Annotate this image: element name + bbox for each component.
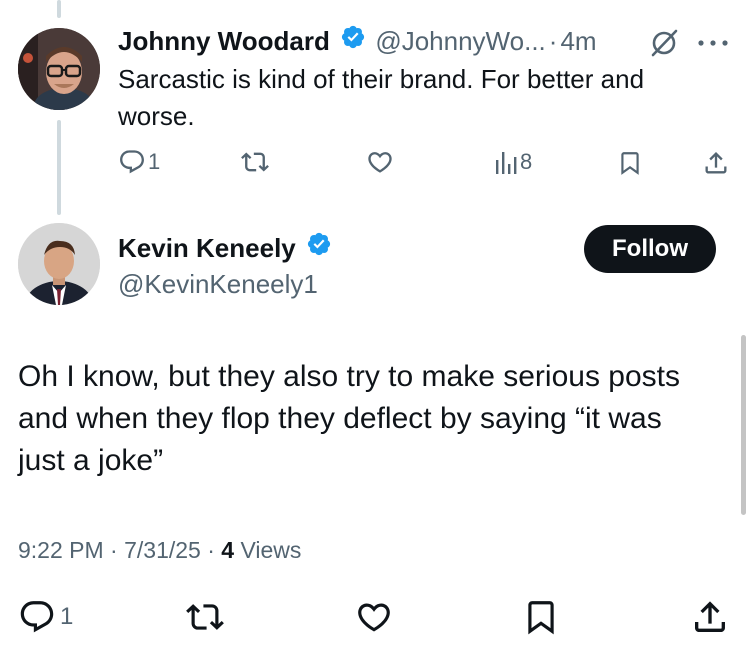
- reply-reply-button[interactable]: 1: [118, 148, 160, 176]
- reply-time[interactable]: 4m: [560, 26, 596, 56]
- main-meta: 9:22 PM · 7/31/25 · 4 Views: [18, 534, 301, 566]
- grok-icon[interactable]: [648, 27, 680, 64]
- main-text-line-3: just a joke”: [18, 444, 164, 477]
- verified-badge-icon: [306, 231, 332, 265]
- reply-icon: [20, 601, 54, 633]
- avatar-kevin-keneely[interactable]: [18, 223, 100, 305]
- main-header: Kevin Keneely: [118, 231, 332, 265]
- main-reply-count: 1: [60, 603, 74, 630]
- like-icon: [368, 152, 392, 173]
- reply-retweet-button[interactable]: [240, 148, 270, 176]
- avatar-johnny-woodard[interactable]: [18, 28, 100, 110]
- main-handle[interactable]: @KevinKeneely1: [118, 267, 318, 301]
- thread-line-top: [57, 0, 61, 18]
- main-text-line-1: Oh I know, but they also try to make ser…: [18, 360, 680, 393]
- verified-badge-icon: [340, 24, 366, 58]
- reply-icon: [120, 150, 144, 174]
- bookmark-icon: [621, 152, 639, 175]
- reply-text-line-1: Sarcastic is kind of their brand. For be…: [118, 64, 645, 94]
- reply-handle[interactable]: @JohnnyWo...: [375, 26, 545, 56]
- main-display-name[interactable]: Kevin Keneely: [118, 233, 296, 263]
- main-views-label: Views: [240, 537, 302, 563]
- views-icon: [496, 152, 517, 174]
- reply-views-count: 8: [520, 149, 533, 174]
- main-views-number[interactable]: 4: [221, 537, 234, 563]
- reply-reply-count: 1: [148, 149, 161, 174]
- reply-separator: ·: [548, 26, 558, 56]
- reply-like-button[interactable]: [366, 148, 394, 176]
- like-icon: [358, 603, 390, 632]
- main-reply-button[interactable]: 1: [18, 598, 73, 636]
- main-timestamp[interactable]: 9:22 PM · 7/31/25 ·: [18, 537, 221, 563]
- more-icon[interactable]: [695, 36, 731, 54]
- reply-header: Johnny Woodard @JohnnyWo... · 4m: [118, 24, 597, 58]
- main-share-button[interactable]: [690, 596, 730, 638]
- main-retweet-button[interactable]: [184, 598, 226, 636]
- retweet-icon: [241, 152, 269, 172]
- thread-line-bottom: [57, 120, 61, 215]
- follow-button[interactable]: Follow: [584, 225, 716, 273]
- reply-share-button[interactable]: [702, 148, 730, 178]
- main-like-button[interactable]: [354, 598, 394, 636]
- bookmark-icon: [528, 601, 554, 635]
- retweet-icon: [186, 604, 224, 630]
- share-icon: [695, 601, 725, 632]
- reply-display-name[interactable]: Johnny Woodard: [118, 26, 330, 56]
- reply-bookmark-button[interactable]: [617, 148, 643, 178]
- main-text-line-2: and when they flop they deflect by sayin…: [18, 402, 662, 435]
- share-icon: [705, 152, 727, 174]
- main-bookmark-button[interactable]: [522, 596, 560, 638]
- reply-text-line-2: worse.: [118, 101, 195, 131]
- reply-views-button[interactable]: 8: [494, 148, 532, 176]
- scrollbar[interactable]: [741, 335, 746, 515]
